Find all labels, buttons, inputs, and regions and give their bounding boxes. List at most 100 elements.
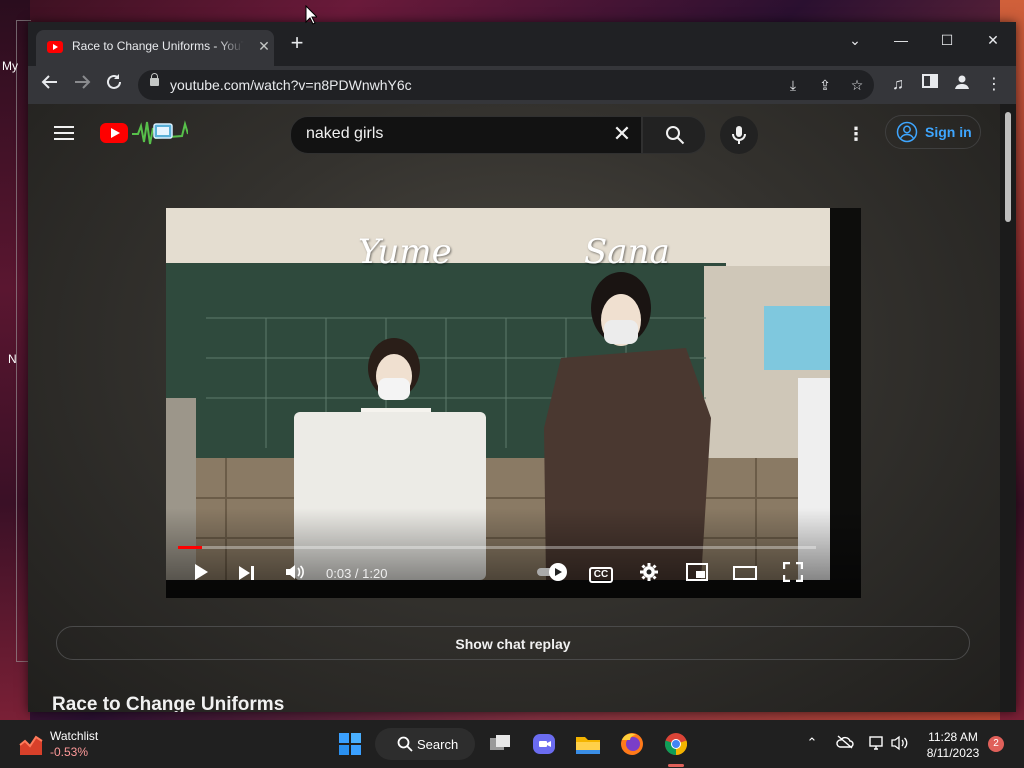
close-window-button[interactable]: ✕	[981, 28, 1005, 52]
chat-icon	[533, 734, 555, 754]
cloud-offline-icon	[836, 735, 854, 749]
vertical-scrollbar[interactable]	[1000, 104, 1016, 712]
share-icon[interactable]: ⇪	[813, 73, 837, 97]
watchlist-widget[interactable]: Watchlist -0.53%	[16, 720, 126, 768]
taskbar-search[interactable]: Search	[375, 728, 475, 760]
youtube-page: naked girls ✕ ⋮ Sign in Yume Sana 0:03 /…	[28, 104, 1000, 712]
volume-button[interactable]	[280, 562, 310, 588]
browser-window: Race to Change Uniforms - YouTube ✕ + ⌄ …	[28, 22, 1016, 712]
show-chat-replay-label: Show chat replay	[455, 636, 571, 652]
overlay-name-sana: Sana	[584, 232, 670, 272]
search-input[interactable]: naked girls	[306, 125, 383, 143]
chrome-button[interactable]	[660, 728, 692, 760]
task-view-icon	[490, 735, 510, 750]
autoplay-icon	[537, 563, 567, 581]
volume-tray-icon	[891, 735, 908, 751]
url-text[interactable]: youtube.com/watch?v=n8PDWnwhY6c	[170, 77, 412, 93]
firefox-button[interactable]	[616, 728, 648, 760]
notification-badge[interactable]: 2	[988, 736, 1004, 752]
reload-icon	[107, 74, 121, 89]
new-tab-button[interactable]: +	[286, 32, 308, 54]
tab-search-dropdown-icon[interactable]: ⌄	[843, 28, 867, 52]
progress-bar-played	[178, 546, 202, 549]
windows-logo-icon	[339, 733, 361, 755]
install-app-icon[interactable]: ⤓	[781, 73, 805, 97]
start-button[interactable]	[334, 728, 366, 760]
tab-strip: Race to Change Uniforms - YouTube ✕ + ⌄ …	[28, 22, 1016, 66]
search-box[interactable]: naked girls ✕	[290, 116, 642, 154]
search-button[interactable]	[642, 116, 706, 154]
gear-icon	[640, 563, 658, 581]
autoplay-toggle[interactable]	[536, 562, 570, 588]
settings-button[interactable]	[634, 562, 664, 588]
chrome-icon	[664, 733, 688, 756]
overlay-name-yume: Yume	[358, 232, 452, 272]
hamburger-menu-icon[interactable]	[54, 126, 74, 140]
maximize-button[interactable]: ☐	[935, 28, 959, 52]
firefox-icon	[621, 733, 643, 755]
subtitles-icon: CC	[588, 567, 614, 583]
bookmark-star-icon[interactable]: ☆	[845, 73, 869, 97]
tab-close-icon[interactable]: ✕	[256, 38, 272, 55]
microphone-icon	[732, 126, 746, 144]
theater-mode-button[interactable]	[730, 562, 760, 588]
lock-icon[interactable]	[150, 73, 159, 86]
youtube-logo-icon[interactable]	[100, 123, 128, 143]
play-button[interactable]	[186, 562, 216, 588]
show-chat-replay-button[interactable]: Show chat replay	[56, 626, 970, 660]
speaker-icon[interactable]	[890, 735, 910, 754]
youtube-doodle-logo[interactable]	[132, 118, 188, 148]
next-video-button[interactable]	[232, 562, 262, 588]
clear-search-icon[interactable]: ✕	[611, 123, 633, 145]
clock-date: 8/11/2023	[926, 746, 980, 760]
taskbar: Watchlist -0.53% Search ⌃ 11:28 AM 8/11/…	[0, 720, 1024, 768]
minimize-button[interactable]: —	[889, 28, 913, 52]
browser-menu-icon[interactable]: ⋮	[982, 73, 1006, 97]
reload-button[interactable]	[102, 73, 126, 97]
folder-icon	[576, 737, 600, 754]
taskbar-search-label: Search	[417, 737, 459, 752]
search-icon	[666, 126, 685, 145]
side-panel-icon[interactable]	[918, 73, 942, 97]
subtitles-button[interactable]: CC	[586, 562, 616, 588]
settings-more-icon[interactable]: ⋮	[846, 122, 866, 146]
skip-next-icon	[239, 566, 254, 580]
watchlist-value: -0.53%	[50, 745, 89, 759]
miniplayer-button[interactable]	[682, 562, 712, 588]
fullscreen-icon	[782, 561, 804, 583]
taskbar-search-icon	[397, 736, 413, 752]
stock-chart-icon	[19, 735, 43, 755]
sign-in-button[interactable]: Sign in	[885, 115, 981, 149]
show-hidden-icons-button[interactable]: ⌃	[802, 735, 822, 751]
desktop-icon-label[interactable]: My	[2, 59, 18, 73]
forward-button[interactable]	[70, 73, 94, 97]
network-icon[interactable]	[867, 735, 887, 754]
fullscreen-button[interactable]	[778, 561, 808, 588]
teams-chat-button[interactable]	[528, 728, 560, 760]
time-display: 0:03 / 1:20	[326, 566, 388, 581]
vertical-scrollbar-thumb[interactable]	[1005, 112, 1011, 222]
address-bar[interactable]: youtube.com/watch?v=n8PDWnwhY6c ⤓ ⇪ ☆	[138, 70, 874, 100]
tab-youtube[interactable]: Race to Change Uniforms - YouTube ✕	[36, 30, 274, 66]
watchlist-name: Watchlist	[50, 729, 99, 743]
tab-title: Race to Change Uniforms - YouTube	[72, 39, 244, 53]
media-controls-icon[interactable]: ♫	[886, 73, 910, 97]
onedrive-icon[interactable]	[835, 735, 855, 752]
arrow-right-icon	[75, 75, 91, 89]
person-icon	[955, 75, 969, 89]
profile-icon[interactable]	[950, 73, 974, 97]
mouse-cursor-icon	[305, 5, 317, 25]
side-panel-glyph-icon	[922, 74, 938, 88]
progress-bar[interactable]	[178, 546, 816, 549]
miniplayer-icon	[686, 563, 708, 581]
play-icon	[195, 564, 208, 580]
desktop-icon-label-2[interactable]: N	[8, 352, 17, 366]
back-button[interactable]	[38, 73, 62, 97]
system-clock[interactable]: 11:28 AM 8/11/2023	[918, 729, 988, 761]
task-view-button[interactable]	[484, 728, 516, 760]
file-explorer-button[interactable]	[572, 728, 604, 760]
theater-mode-icon	[733, 566, 757, 580]
voice-search-button[interactable]	[720, 116, 758, 154]
clock-time: 11:28 AM	[928, 730, 978, 744]
video-player[interactable]: Yume Sana 0:03 / 1:20 CC	[166, 208, 861, 598]
